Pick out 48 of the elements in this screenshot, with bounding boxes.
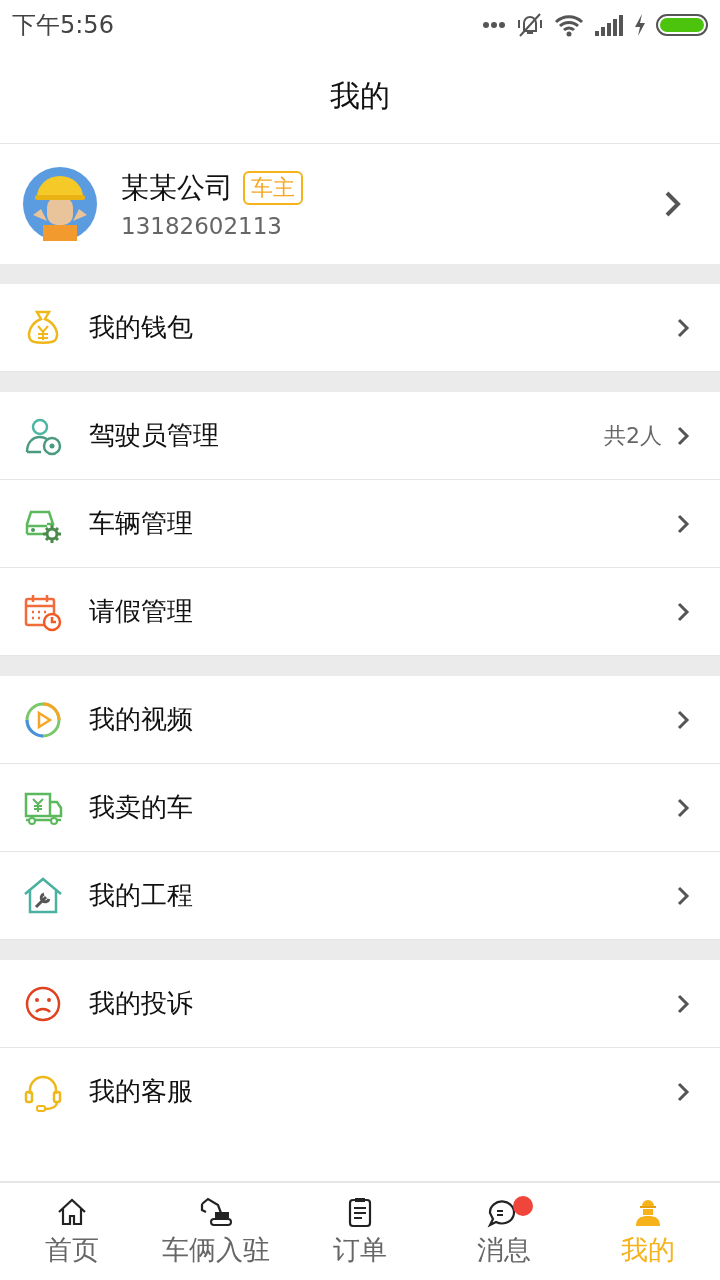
menu-item[interactable]: 请假管理 xyxy=(0,568,720,655)
menu-label: 我卖的车 xyxy=(89,791,194,824)
menu-label: 我的工程 xyxy=(89,879,194,912)
menu-label: 我的钱包 xyxy=(89,311,194,344)
profile-card[interactable]: 某某公司 车主 13182602113 xyxy=(0,144,720,264)
excavator-icon xyxy=(199,1195,233,1228)
menu-label: 我的客服 xyxy=(89,1075,194,1108)
tab[interactable]: 车俩入驻 xyxy=(144,1183,288,1280)
chevron-right-icon xyxy=(676,1080,690,1103)
tab[interactable]: 消息 xyxy=(432,1183,576,1280)
menu-item[interactable]: 我的投诉 xyxy=(0,960,720,1048)
menu-item[interactable]: 我的客服 xyxy=(0,1048,720,1135)
chevron-right-icon xyxy=(676,316,690,339)
chevron-right-icon xyxy=(676,512,690,535)
more-dots-icon xyxy=(482,21,506,29)
charging-icon xyxy=(634,14,646,36)
menu-item[interactable]: 我卖的车 xyxy=(0,764,720,852)
menu-item[interactable]: 驾驶员管理 共2人 xyxy=(0,392,720,480)
wifi-icon xyxy=(554,13,584,37)
menu-item[interactable]: 我的工程 xyxy=(0,852,720,939)
menu-label: 驾驶员管理 xyxy=(89,419,220,452)
company-name: 某某公司 xyxy=(121,170,233,206)
status-time: 下午5:56 xyxy=(12,10,114,41)
menu-value: 共2人 xyxy=(604,421,662,450)
signal-icon xyxy=(594,14,624,36)
chevron-right-icon xyxy=(664,190,682,218)
chevron-right-icon xyxy=(676,884,690,907)
avatar-icon xyxy=(23,167,97,241)
battery-icon xyxy=(656,14,708,36)
menu-label: 我的视频 xyxy=(89,703,194,736)
chevron-right-icon xyxy=(676,424,690,447)
bell-muted-icon xyxy=(516,12,544,38)
chevron-right-icon xyxy=(676,796,690,819)
phone-number: 13182602113 xyxy=(121,213,283,239)
chevron-right-icon xyxy=(676,992,690,1015)
chevron-right-icon xyxy=(676,708,690,731)
menu-label: 请假管理 xyxy=(89,595,194,628)
menu-label: 我的投诉 xyxy=(89,987,194,1020)
menu-item[interactable]: 我的钱包 xyxy=(0,284,720,371)
page-title: 我的 xyxy=(330,77,390,115)
menu-item[interactable]: 车辆管理 xyxy=(0,480,720,568)
tab[interactable]: 首页 xyxy=(0,1183,144,1280)
menu-item[interactable]: 我的视频 xyxy=(0,676,720,764)
chevron-right-icon xyxy=(676,600,690,623)
tab[interactable]: 订单 xyxy=(288,1183,432,1280)
house-wrench-icon xyxy=(23,875,63,916)
role-tag: 车主 xyxy=(243,171,303,205)
menu-label: 车辆管理 xyxy=(89,507,194,540)
